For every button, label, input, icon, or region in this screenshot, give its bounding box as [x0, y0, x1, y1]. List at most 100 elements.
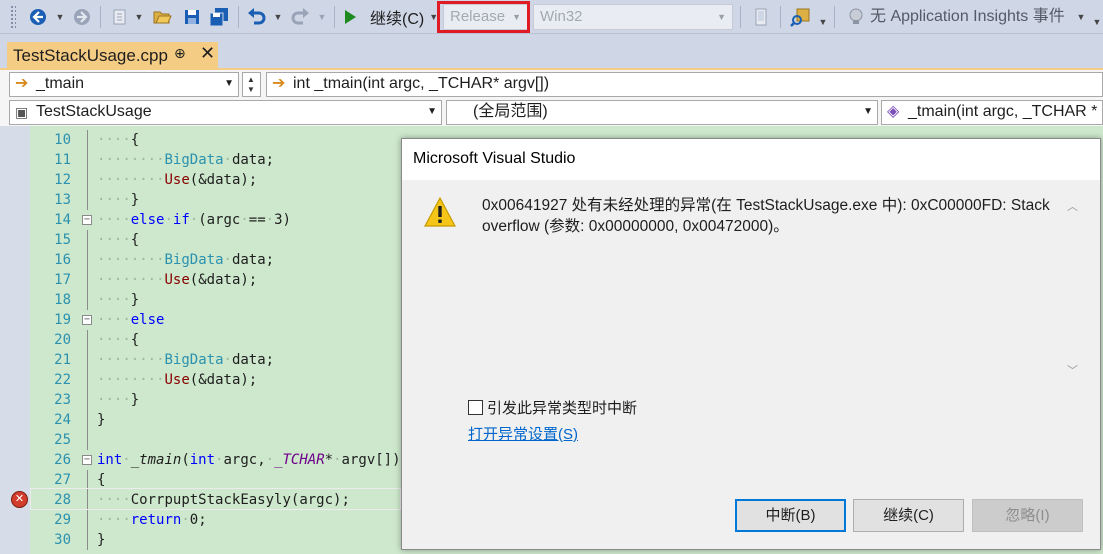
open-file-button[interactable] [150, 5, 174, 29]
line-number: 22 [54, 372, 71, 388]
code-text: ····{ [97, 332, 140, 348]
indicator-margin[interactable] [0, 126, 30, 554]
collapse-icon[interactable]: − [82, 315, 92, 325]
toolbar-grip[interactable] [10, 5, 16, 29]
tab-teststackusage-cpp[interactable]: TestStackUsage.cpp ⊕ ✕ [7, 42, 218, 70]
save-all-button[interactable] [206, 5, 232, 29]
scope-spinner[interactable]: ▲ ▼ [242, 72, 261, 97]
outline-guide [87, 510, 88, 530]
ignore-button[interactable]: 忽略(I) [972, 499, 1083, 532]
code-line[interactable]: 24} [30, 410, 400, 430]
code-text: { [97, 472, 106, 488]
warning-icon [423, 196, 457, 227]
line-number: 23 [54, 392, 71, 408]
solution-platform-combo[interactable]: Win32 ▼ [533, 4, 733, 30]
collapse-icon[interactable]: − [82, 455, 92, 465]
continue-button[interactable]: 继续(C) [853, 499, 964, 532]
line-number: 17 [54, 272, 71, 288]
navigate-forward-button[interactable] [70, 5, 94, 29]
line-number: 20 [54, 332, 71, 348]
code-line[interactable]: 30} [30, 530, 400, 550]
code-line[interactable]: 21 ········BigData·data; [30, 350, 400, 370]
scope-right-value: int _tmain(int argc, _TCHAR* argv[]) [293, 75, 550, 92]
undo-dropdown-icon[interactable]: ▼ [272, 5, 284, 29]
application-insights-label[interactable]: 无 Application Insights 事件 [870, 5, 1065, 29]
code-line[interactable]: 10 ····{ [30, 130, 400, 150]
code-line[interactable]: 12 ········Use(&data); [30, 170, 400, 190]
project-combo[interactable]: ▣ TestStackUsage ▼ [9, 100, 442, 125]
document-tab-strip: TestStackUsage.cpp ⊕ ✕ [0, 34, 1103, 70]
continue-debug-button[interactable]: 继续(C) ▼ [342, 5, 442, 29]
code-line[interactable]: 11 ········BigData·data; [30, 150, 400, 170]
break-on-exception-checkbox-row[interactable]: 引发此异常类型时中断 [468, 397, 637, 417]
new-dropdown-icon[interactable]: ▼ [133, 5, 145, 29]
code-line[interactable]: 13 ····} [30, 190, 400, 210]
line-number: 24 [54, 412, 71, 428]
code-text: ········Use(&data); [97, 272, 258, 288]
folder-search-icon [790, 8, 810, 27]
line-number: 13 [54, 192, 71, 208]
close-icon[interactable]: ✕ [200, 43, 215, 64]
break-on-exception-checkbox[interactable] [468, 399, 483, 415]
find-in-files-button[interactable] [788, 5, 814, 29]
new-project-button[interactable] [108, 5, 132, 29]
project-value: TestStackUsage [36, 103, 152, 120]
line-number: 18 [54, 292, 71, 308]
outline-guide [87, 390, 88, 410]
back-dropdown-icon[interactable]: ▼ [54, 5, 66, 29]
save-button[interactable] [180, 5, 204, 29]
line-number: 25 [54, 432, 71, 448]
scroll-down-icon[interactable]: ﹀ [1067, 362, 1078, 378]
scope-left-value: _tmain [36, 75, 85, 92]
navigate-back-button[interactable] [24, 5, 52, 29]
redo-icon [291, 8, 309, 25]
code-line[interactable]: 19 − ····else [30, 310, 400, 330]
line-number: 30 [54, 532, 71, 548]
outline-guide [87, 190, 88, 210]
device-button[interactable] [750, 5, 772, 29]
code-line[interactable]: 27 { [30, 470, 400, 490]
collapse-icon[interactable]: − [82, 215, 92, 225]
scope-combo-left[interactable]: ➔ _tmain ▼ [9, 72, 239, 97]
platform-value: Win32 [540, 8, 583, 25]
navigation-bar-members: ▣ TestStackUsage ▼ (全局范围) ▼ ◈ _tmain(int… [0, 98, 1103, 126]
up-arrow-icon[interactable]: ▲ [247, 75, 255, 84]
new-file-icon [113, 9, 126, 25]
outline-guide [87, 430, 88, 450]
scope-combo-right[interactable]: ➔ int _tmain(int argc, _TCHAR* argv[]) [266, 72, 1103, 97]
overflow-icon[interactable]: ▼ [818, 10, 828, 34]
outline-guide [87, 230, 88, 250]
code-line[interactable]: 18 ····} [30, 290, 400, 310]
redo-button[interactable] [287, 5, 313, 29]
down-arrow-icon[interactable]: ▼ [247, 85, 255, 94]
code-text: } [97, 532, 106, 548]
pin-icon[interactable]: ⊕ [174, 45, 186, 62]
code-line[interactable]: 23 ····} [30, 390, 400, 410]
code-line[interactable]: 14 − ····else·if·(argc·==·3) [30, 210, 400, 230]
code-line[interactable]: 29 ····return·0; [30, 510, 400, 530]
folder-open-icon [153, 11, 172, 24]
outline-guide [87, 470, 88, 490]
global-scope-combo[interactable]: (全局范围) ▼ [446, 100, 878, 125]
outline-guide [87, 270, 88, 290]
code-line[interactable]: 17 ········Use(&data); [30, 270, 400, 290]
code-line[interactable]: 20 ····{ [30, 330, 400, 350]
toolbar-overflow-icon[interactable]: ▼ [1092, 10, 1102, 34]
code-line[interactable]: 22 ········Use(&data); [30, 370, 400, 390]
back-icon [30, 9, 46, 25]
message-scrollbar[interactable]: ︿ ﹀ [1062, 194, 1082, 382]
insights-dropdown-icon[interactable]: ▼ [1075, 5, 1087, 29]
code-line[interactable]: 15 ····{ [30, 230, 400, 250]
member-combo[interactable]: ◈ _tmain(int argc, _TCHAR * a [881, 100, 1103, 125]
code-line[interactable]: 26 − int·_tmain(int·argc,·_TCHAR*·argv[]) [30, 450, 400, 470]
open-exception-settings-link[interactable]: 打开异常设置(S) [468, 423, 578, 444]
code-line[interactable]: 16 ········BigData·data; [30, 250, 400, 270]
checkbox-label: 引发此异常类型时中断 [487, 399, 638, 417]
undo-button[interactable] [244, 5, 270, 29]
code-line[interactable]: 25 [30, 430, 400, 450]
scroll-up-icon[interactable]: ︿ [1067, 198, 1078, 214]
break-button[interactable]: 中断(B) [735, 499, 846, 532]
code-text: } [97, 412, 106, 428]
method-icon: ◈ [887, 103, 900, 120]
redo-dropdown-icon[interactable]: ▼ [316, 5, 328, 29]
